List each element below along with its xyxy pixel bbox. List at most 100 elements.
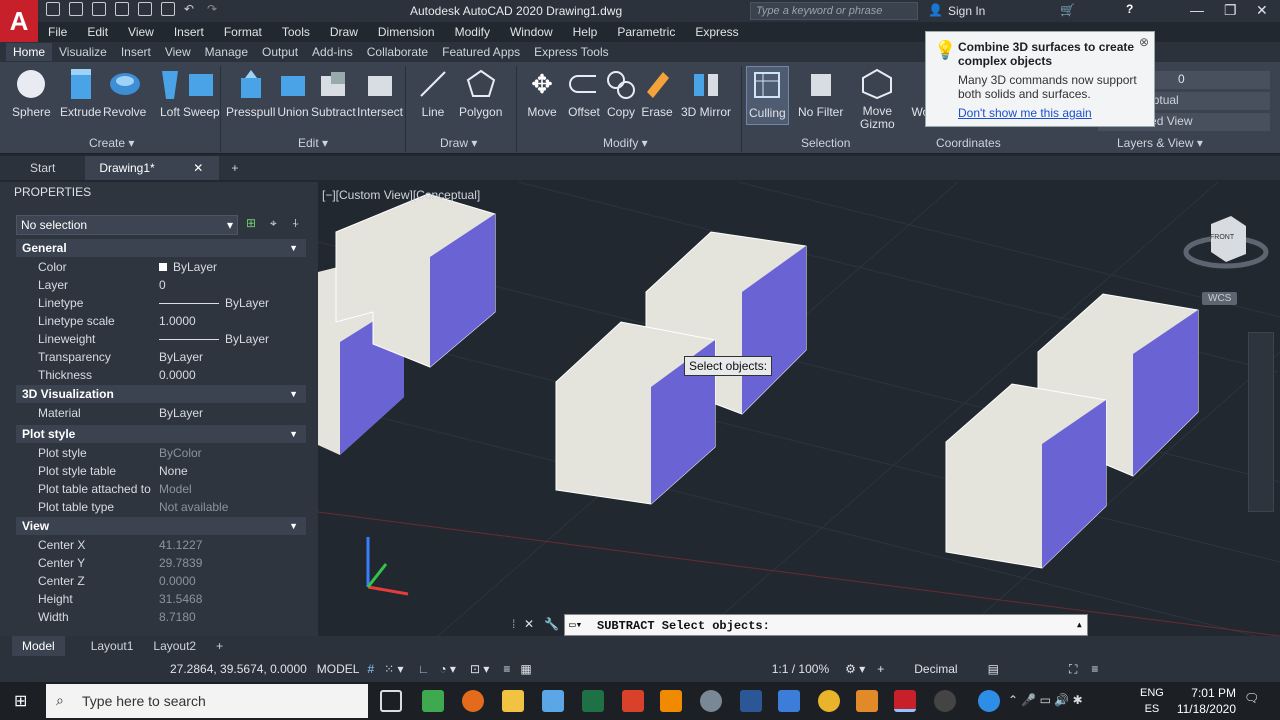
panel-modify-label[interactable]: Modify ▾ — [603, 136, 648, 150]
save-icon[interactable] — [92, 2, 106, 16]
prop-row[interactable]: Plot style ByColor — [38, 444, 306, 462]
menu-window[interactable]: Window — [500, 25, 563, 39]
spreadsheet-app-icon[interactable] — [422, 690, 444, 712]
navigation-bar[interactable] — [1248, 332, 1274, 512]
tab-express-tools[interactable]: Express Tools — [527, 43, 615, 61]
prop-row[interactable]: Linetype scale 1.0000 — [38, 312, 306, 330]
taskbar-search-input[interactable]: ⌕ Type here to search — [46, 684, 368, 718]
culling-button[interactable]: Culling — [746, 66, 789, 125]
tab-collaborate[interactable]: Collaborate — [360, 43, 435, 61]
tab-add-ins[interactable]: Add-ins — [305, 43, 360, 61]
menu-dimension[interactable]: Dimension — [368, 25, 445, 39]
menu-help[interactable]: Help — [563, 25, 608, 39]
plot-icon[interactable] — [161, 2, 175, 16]
menu-insert[interactable]: Insert — [164, 25, 214, 39]
excel-icon[interactable] — [582, 690, 604, 712]
app-icon[interactable] — [622, 690, 644, 712]
prop-row[interactable]: Plot style table None — [38, 462, 306, 480]
prop-row[interactable]: Center Y 29.7839 — [38, 554, 306, 572]
help-icon[interactable]: ? — [1126, 2, 1133, 16]
fullscreen-icon[interactable]: ⛶ — [1069, 662, 1077, 677]
line-button[interactable]: Line — [416, 66, 450, 119]
viewcube[interactable] — [1183, 216, 1269, 269]
prop-row[interactable]: Plot table attached to Model — [38, 480, 306, 498]
language-indicator[interactable]: ENG ES — [1140, 685, 1164, 717]
tab-insert[interactable]: Insert — [114, 43, 158, 61]
sphere-button[interactable]: Sphere — [12, 66, 51, 119]
3d-mirror-button[interactable]: 3D Mirror — [681, 66, 731, 119]
transparency-icon[interactable]: ▦ — [520, 662, 531, 676]
loft-button[interactable]: Loft — [153, 66, 187, 119]
system-clock[interactable]: 7:01 PM 11/18/2020 — [1177, 685, 1236, 717]
menu-format[interactable]: Format — [214, 25, 272, 39]
menu-file[interactable]: File — [38, 25, 77, 39]
annotation-scale[interactable]: 1:1 / 100% — [772, 662, 829, 676]
prop-row[interactable]: Width 8.7180 — [38, 608, 306, 626]
panel-draw-label[interactable]: Draw ▾ — [440, 136, 477, 150]
close-tab-icon[interactable]: ✕ — [193, 161, 203, 175]
tab-view[interactable]: View — [158, 43, 198, 61]
prop-row[interactable]: Plot table type Not available — [38, 498, 306, 516]
app-icon[interactable] — [934, 690, 956, 712]
viewport-controls[interactable]: [−][Custom View][Conceptual] — [322, 188, 480, 202]
subtract-button[interactable]: Subtract — [311, 66, 356, 119]
prop-row[interactable]: Center X 41.1227 — [38, 536, 306, 554]
annotation-plus-icon[interactable]: + — [877, 662, 884, 676]
grid-icon[interactable]: # — [367, 662, 374, 676]
prop-row[interactable]: Lineweight ByLayer — [38, 330, 306, 348]
tab-output[interactable]: Output — [255, 43, 305, 61]
units-dropdown[interactable]: Decimal — [914, 662, 957, 676]
store-icon[interactable] — [542, 690, 564, 712]
customize-menu-icon[interactable]: ≡ — [1091, 662, 1098, 676]
tab-model[interactable]: Model — [12, 636, 65, 656]
copy-button[interactable]: Copy — [604, 66, 638, 119]
wcs-menu[interactable]: WCS — [1202, 292, 1238, 305]
offset-button[interactable]: Offset — [567, 66, 601, 119]
prop-row[interactable]: Layer 0 — [38, 276, 306, 294]
tab-visualize[interactable]: Visualize — [52, 43, 114, 61]
extrude-button[interactable]: Extrude — [60, 66, 101, 119]
tray-icons[interactable]: ⌃ 🎤 ▭ 🔊 ✱ — [1008, 693, 1083, 707]
firefox-icon[interactable] — [462, 690, 484, 712]
section-plot-style[interactable]: Plot style ▼ — [16, 425, 306, 443]
prop-row[interactable]: Color ByLayer — [38, 258, 306, 276]
web-icon[interactable] — [138, 2, 152, 16]
panel-create-label[interactable]: Create ▾ — [89, 136, 134, 150]
prop-row[interactable]: Transparency ByLayer — [38, 348, 306, 366]
windows-start-icon[interactable]: ⊞ — [14, 691, 27, 711]
tab-start[interactable]: Start — [0, 156, 85, 180]
workspace-gear-icon[interactable]: ⚙ ▾ — [845, 662, 865, 676]
prop-row[interactable]: Material ByLayer — [38, 404, 306, 422]
prop-row[interactable]: Thickness 0.0000 — [38, 366, 306, 384]
grip-icon[interactable]: ⁞ — [512, 617, 515, 631]
tab-home[interactable]: Home — [6, 43, 53, 61]
viewcube-face-label[interactable]: FRONT — [1210, 234, 1234, 241]
tab-drawing1[interactable]: Drawing1* ✕ — [85, 156, 220, 180]
selection-dropdown[interactable]: No selection ▾ — [16, 215, 238, 235]
polygon-button[interactable]: Polygon — [459, 66, 502, 119]
model-space-canvas[interactable] — [318, 182, 1280, 636]
lineweight-icon[interactable]: ≡ — [503, 662, 510, 676]
erase-button[interactable]: Erase — [640, 66, 674, 119]
menu-tools[interactable]: Tools — [272, 25, 320, 39]
file-explorer-icon[interactable] — [502, 690, 524, 712]
section-view[interactable]: View ▼ — [16, 517, 306, 535]
task-view-icon[interactable] — [380, 690, 402, 712]
move-button[interactable]: ✥ Move — [525, 66, 559, 120]
help-tray-icon[interactable] — [978, 690, 1000, 712]
notifications-icon[interactable]: 🗨 — [1244, 691, 1259, 705]
cart-icon[interactable]: 🛒 — [1060, 3, 1075, 17]
menu-draw[interactable]: Draw — [320, 25, 368, 39]
polar-icon[interactable]: ◔ ▾ — [439, 662, 456, 676]
union-button[interactable]: Union — [276, 66, 310, 119]
quick-properties-icon[interactable]: ▤ — [988, 662, 999, 676]
sign-in-button[interactable]: Sign In — [948, 4, 985, 18]
presspull-button[interactable]: Presspull — [226, 66, 275, 119]
save-as-icon[interactable] — [115, 2, 129, 16]
panel-edit-label[interactable]: Edit ▾ — [298, 136, 328, 150]
command-input[interactable]: ▭▾ SUBTRACT Select objects: ▴ — [564, 614, 1088, 636]
close-command-icon[interactable]: ✕ — [524, 617, 534, 631]
sweep-button[interactable]: Sweep — [183, 66, 220, 119]
menu-parametric[interactable]: Parametric — [607, 25, 685, 39]
prop-row[interactable]: Linetype ByLayer — [38, 294, 306, 312]
